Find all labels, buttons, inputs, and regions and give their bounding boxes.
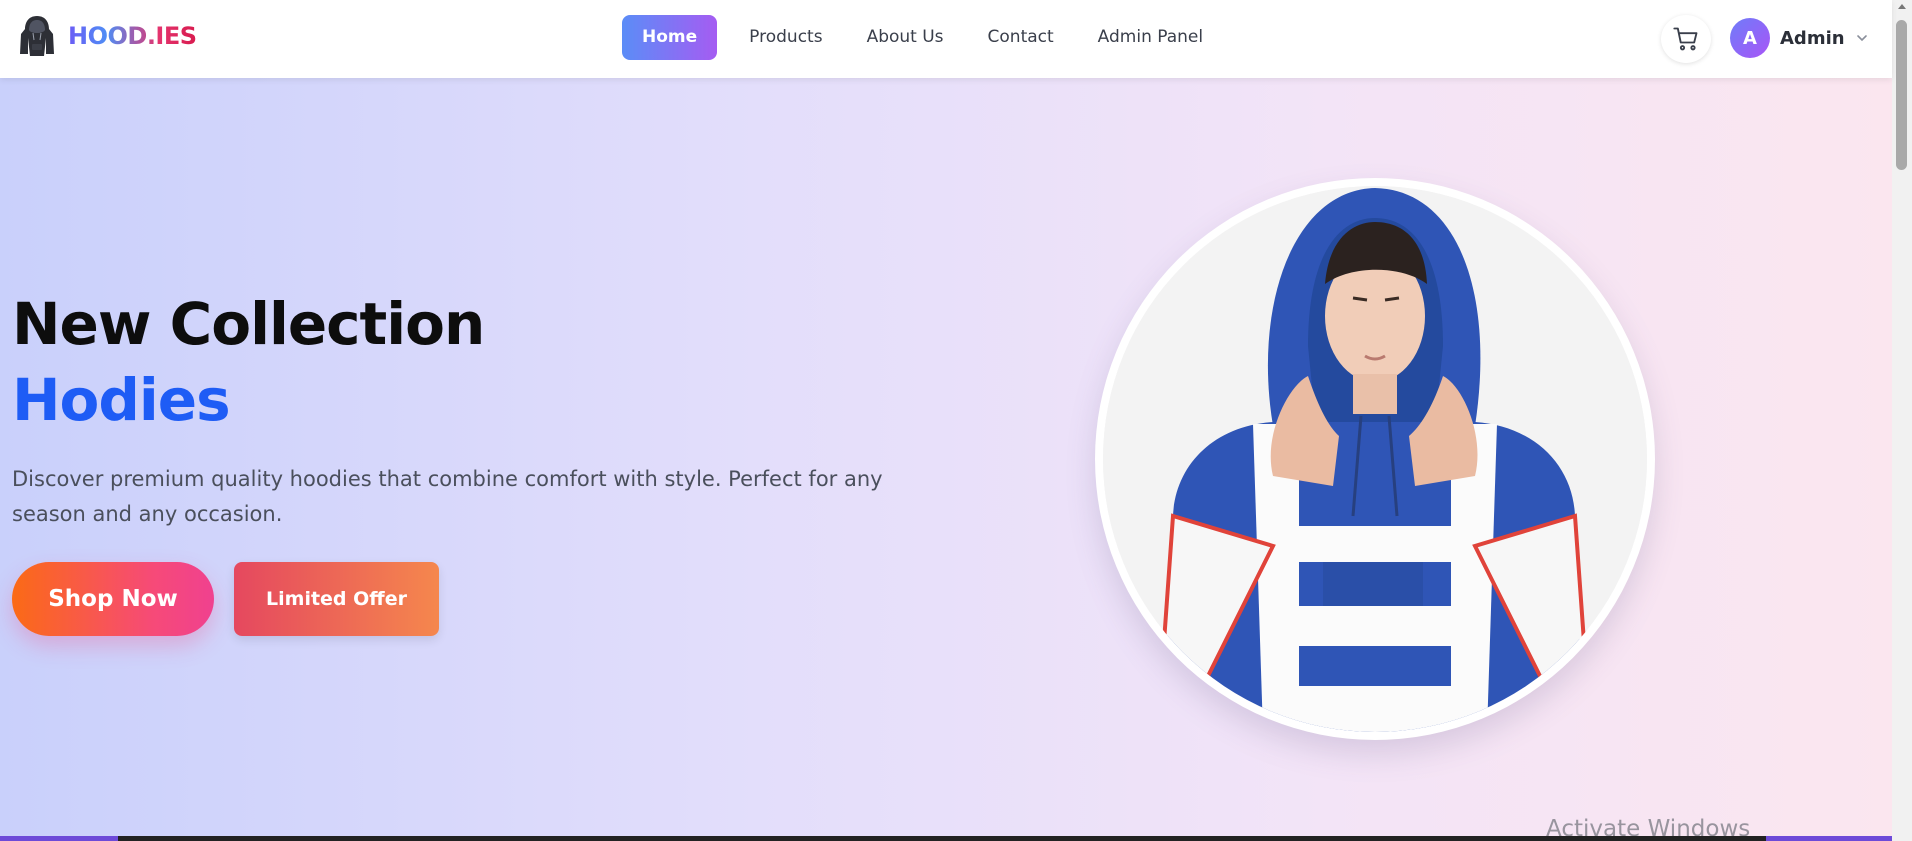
hero-section: New Collection Hodies Discover premium q… (0, 78, 1892, 841)
nav-admin-panel[interactable]: Admin Panel (1078, 15, 1223, 60)
user-menu[interactable]: A Admin (1730, 18, 1869, 58)
nav-about-us[interactable]: About Us (847, 15, 964, 60)
nav-home[interactable]: Home (622, 15, 718, 60)
limited-offer-button[interactable]: Limited Offer (234, 562, 439, 636)
hoodie-icon (20, 16, 54, 56)
hero-description: Discover premium quality hoodies that co… (12, 467, 883, 526)
page-scrollbar[interactable] (1892, 0, 1912, 841)
hero-title-line1: New Collection (12, 290, 485, 358)
nav-products[interactable]: Products (729, 15, 842, 60)
main-nav: Home Products About Us Contact Admin Pan… (622, 15, 1227, 60)
avatar[interactable]: A (1730, 18, 1770, 58)
user-name[interactable]: Admin (1780, 28, 1845, 49)
top-navbar: HOOD.IES Home Products About Us Contact … (0, 0, 1892, 78)
cart-icon (1673, 27, 1698, 51)
hero-title-accent: Hodies (12, 366, 231, 434)
brand-logo[interactable]: HOOD.IES (18, 14, 197, 58)
cart-button[interactable] (1661, 15, 1711, 63)
chevron-down-icon[interactable] (1855, 31, 1869, 45)
hero-image-frame (1095, 178, 1655, 740)
scroll-thumb[interactable] (1896, 20, 1907, 170)
scroll-up-arrow-icon[interactable] (1898, 4, 1906, 9)
brand-name[interactable]: HOOD.IES (68, 22, 197, 50)
shop-now-button[interactable]: Shop Now (12, 562, 214, 636)
bottom-strip (0, 836, 1892, 841)
hero-model-image (1103, 186, 1647, 732)
hero-title: New Collection Hodies (12, 286, 485, 438)
model-photo-illustration (1103, 186, 1647, 732)
nav-contact[interactable]: Contact (968, 15, 1074, 60)
